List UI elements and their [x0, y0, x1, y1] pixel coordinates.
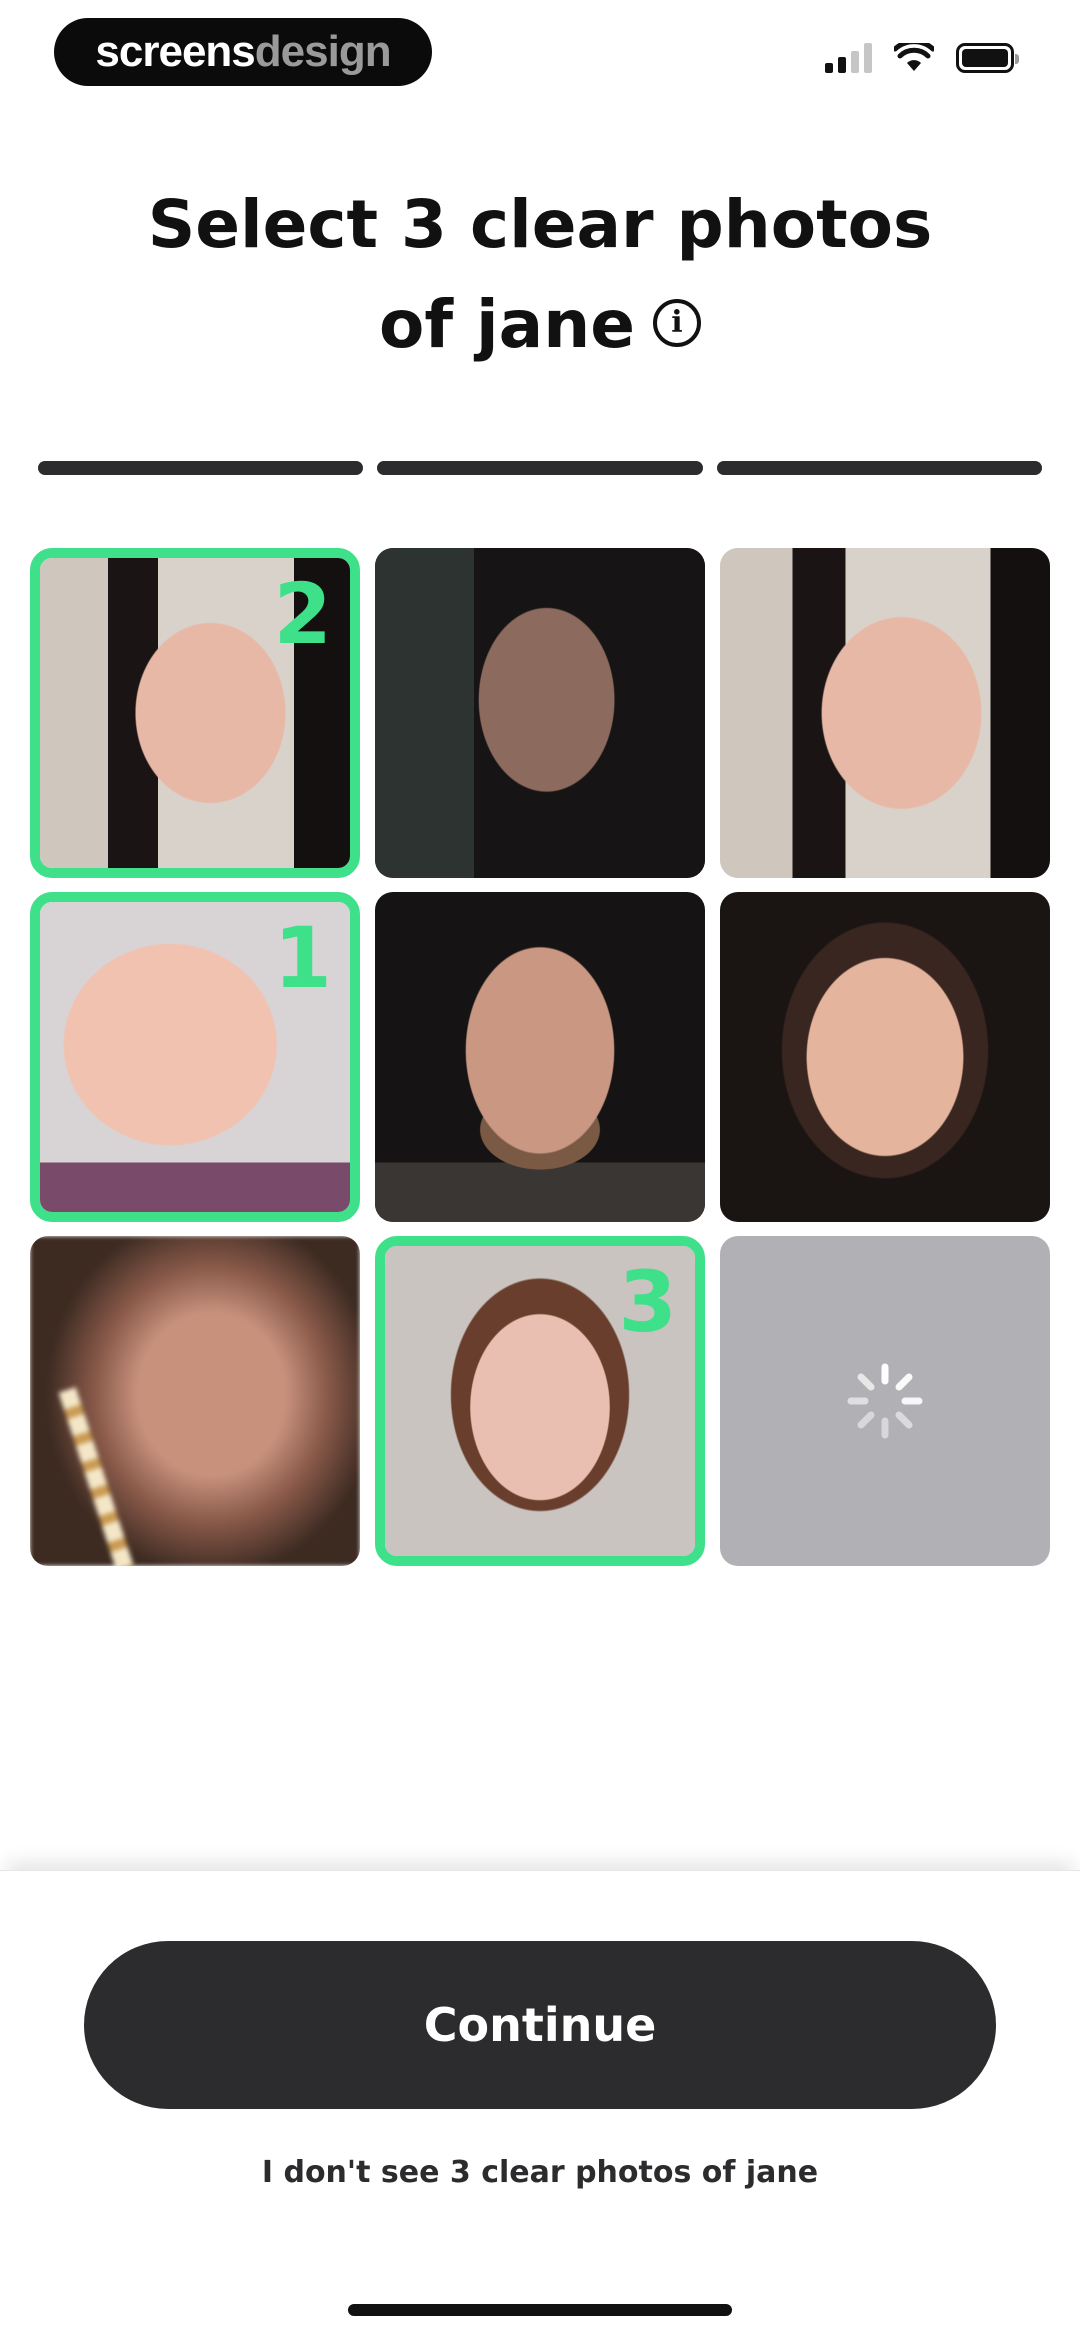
title-line-1: Select 3 clear photos [147, 186, 933, 263]
title-line-2: of jane i [60, 275, 1020, 375]
title-name: of jane [379, 286, 635, 363]
photo-image [375, 548, 705, 878]
selection-order-badge: 2 [273, 565, 332, 663]
photo-tile-woman-dark-moody[interactable] [375, 548, 705, 878]
photo-tile-freckled-woman[interactable]: 3 [375, 1236, 705, 1566]
bottom-panel: Continue I don't see 3 clear photos of j… [0, 1870, 1080, 2336]
photo-tile-woman-dark-hair[interactable]: 2 [30, 548, 360, 878]
watermark-text-a: screens [95, 27, 255, 76]
loading-spinner-icon [847, 1363, 923, 1439]
home-indicator [348, 2304, 732, 2316]
no-clear-photos-link[interactable]: I don't see 3 clear photos of jane [0, 2155, 1080, 2190]
photo-tile-blurry[interactable] [30, 1236, 360, 1566]
photo-image [720, 892, 1050, 1222]
photo-image [720, 548, 1050, 878]
continue-button[interactable]: Continue [84, 1941, 996, 2109]
screensdesign-watermark: screens design [54, 18, 432, 86]
progress-segment-3 [716, 461, 1042, 475]
photo-tile-loading [720, 1236, 1050, 1566]
info-icon[interactable]: i [652, 298, 701, 347]
watermark-text-b: design [254, 27, 392, 76]
selection-order-badge: 1 [273, 909, 332, 1007]
photo-image [30, 1236, 360, 1566]
photo-grid: 2 1 3 [30, 548, 1050, 1566]
progress-segment-1 [38, 461, 364, 475]
photo-image [375, 892, 705, 1222]
status-icons [825, 38, 1019, 78]
photo-tile-smiling-woman[interactable] [720, 892, 1050, 1222]
wifi-icon [894, 43, 934, 71]
photo-tile-woman-dark-hair-duplicate[interactable] [720, 548, 1050, 878]
battery-icon [956, 43, 1019, 73]
signal-icon [825, 43, 872, 73]
photo-tile-baby[interactable]: 1 [30, 892, 360, 1222]
page-title: Select 3 clear photos of jane i [60, 175, 1020, 375]
progress-indicator [38, 461, 1042, 475]
selection-order-badge: 3 [618, 1253, 677, 1351]
photo-tile-bearded-man[interactable] [375, 892, 705, 1222]
progress-segment-2 [377, 461, 703, 475]
